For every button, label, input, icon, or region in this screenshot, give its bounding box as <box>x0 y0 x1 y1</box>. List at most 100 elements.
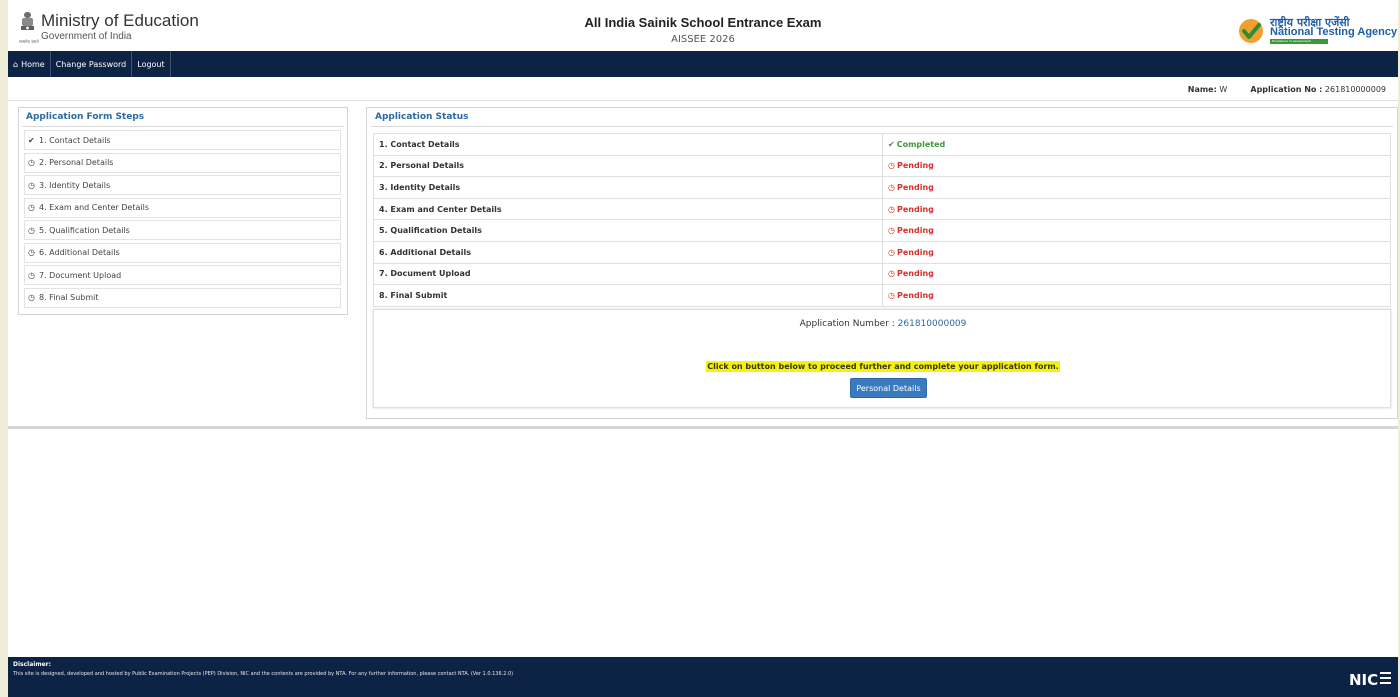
nav-home[interactable]: ⌂ Home <box>8 51 51 77</box>
step-item[interactable]: ◷ 8. Final Submit <box>24 287 341 308</box>
status-step-name: 6. Additional Details <box>373 240 883 264</box>
clock-icon: ◷ <box>888 247 895 257</box>
nav-change-password-label: Change Password <box>55 59 127 69</box>
step-item[interactable]: ◷ 3. Identity Details <box>24 175 341 195</box>
nav-change-password[interactable]: Change Password <box>51 51 133 77</box>
name-value: W <box>1219 85 1228 94</box>
footer: Disclaimer: This site is designed, devel… <box>8 657 1398 697</box>
agency-name: National Testing Agency <box>1270 26 1398 38</box>
status-text: Pending <box>896 161 934 171</box>
status-cell: ✔ Completed <box>882 133 1391 156</box>
application-no-label: Application No : <box>1250 85 1323 94</box>
status-row: 6. Additional Details ◷ Pending <box>373 240 1391 264</box>
application-number-label: Application Number : <box>799 319 895 329</box>
check-circle-icon: ✔ <box>888 139 895 149</box>
status-row: 8. Final Submit ◷ Pending <box>373 284 1391 307</box>
status-step-name: 3. Identity Details <box>373 176 883 199</box>
status-text: Pending <box>896 269 934 279</box>
status-step-name: 7. Document Upload <box>373 262 883 286</box>
status-row: 7. Document Upload ◷ Pending <box>373 262 1391 286</box>
step-status-icon: ◷ <box>28 225 35 235</box>
status-step-name: 8. Final Submit <box>373 284 883 307</box>
status-cell: ◷ Pending <box>882 197 1391 221</box>
header: सत्यमेव जयते Ministry of Education Gover… <box>8 0 1398 51</box>
content-bottom-rule <box>8 426 1398 429</box>
nav-logout-label: Logout <box>137 59 165 69</box>
top-navbar: ⌂ Home Change Password Logout <box>8 51 1398 77</box>
step-status-icon: ◷ <box>28 180 35 190</box>
proceed-box: Application Number : 261810000009 Click … <box>373 309 1391 408</box>
instruction-line: Click on button below to proceed further… <box>374 354 1392 373</box>
status-cell: ◷ Pending <box>882 262 1391 286</box>
disclaimer-text: This site is designed, developed and hos… <box>13 671 514 677</box>
status-text: Pending <box>896 204 934 214</box>
status-row: 1. Contact Details ✔ Completed <box>373 133 1391 156</box>
application-number-line: Application Number : 261810000009 <box>374 319 1392 329</box>
status-step-name: 1. Contact Details <box>373 133 883 156</box>
status-cell: ◷ Pending <box>882 240 1391 264</box>
step-item[interactable]: ◷ 2. Personal Details <box>24 152 341 173</box>
step-label: 7. Document Upload <box>39 270 122 280</box>
status-row: 4. Exam and Center Details ◷ Pending <box>373 197 1391 221</box>
status-step-name: 4. Exam and Center Details <box>373 197 883 221</box>
status-cell: ◷ Pending <box>882 284 1391 307</box>
status-text: Pending <box>896 290 934 300</box>
application-no-value: 261810000009 <box>1324 85 1386 94</box>
clock-icon: ◷ <box>888 290 895 300</box>
nta-logo-icon <box>1239 19 1263 43</box>
step-status-icon: ✔ <box>28 135 35 145</box>
step-label: 1. Contact Details <box>39 135 111 145</box>
status-step-name: 2. Personal Details <box>373 154 883 178</box>
clock-icon: ◷ <box>888 226 895 236</box>
step-status-icon: ◷ <box>28 248 35 257</box>
form-steps-panel: Application Form Steps ✔ 1. Contact Detai… <box>18 107 348 315</box>
nic-logo-icon: NIC <box>1349 671 1391 689</box>
step-label: 4. Exam and Center Details <box>39 203 149 212</box>
page: सत्यमेव जयते Ministry of Education Gover… <box>8 0 1398 697</box>
home-icon: ⌂ <box>13 59 19 69</box>
step-status-icon: ◷ <box>28 158 35 167</box>
step-item[interactable]: ◷ 6. Additional Details <box>24 242 341 263</box>
divider <box>8 100 1398 101</box>
application-status-title: Application Status <box>371 108 1393 127</box>
nav-home-label: Home <box>21 59 45 69</box>
user-info: Name: W Application No : 261810000009 <box>1188 85 1386 94</box>
clock-icon: ◷ <box>888 269 895 279</box>
status-row: 2. Personal Details ◷ Pending <box>373 154 1391 178</box>
step-status-icon: ◷ <box>28 270 35 280</box>
agency-tagline: Excellence in Assessment <box>1270 39 1328 44</box>
form-steps-title: Application Form Steps <box>22 108 344 127</box>
step-label: 6. Additional Details <box>39 248 120 257</box>
step-item[interactable]: ◷ 5. Qualification Details <box>24 220 341 240</box>
step-item[interactable]: ◷ 7. Document Upload <box>24 265 341 285</box>
status-table: 1. Contact Details ✔ Completed 2. Personal … <box>373 133 1391 307</box>
name-label: Name: <box>1187 85 1217 94</box>
status-text: Pending <box>896 182 934 192</box>
personal-details-button[interactable]: Personal Details <box>850 378 927 398</box>
exam-code: AISSEE 2026 <box>671 34 735 45</box>
form-steps-list: ✔ 1. Contact Details ◷ 2. Personal Details ◷… <box>19 127 347 308</box>
nav-logout[interactable]: Logout <box>132 51 171 77</box>
clock-icon: ◷ <box>888 204 895 214</box>
step-status-icon: ◷ <box>28 203 35 212</box>
status-cell: ◷ Pending <box>882 219 1391 242</box>
disclaimer-title: Disclaimer: <box>13 661 52 668</box>
status-step-name: 5. Qualification Details <box>373 219 883 242</box>
step-item[interactable]: ◷ 4. Exam and Center Details <box>24 197 341 218</box>
svg-text:NIC: NIC <box>1349 671 1378 689</box>
instruction-text: Click on button below to proceed further… <box>706 361 1060 372</box>
status-row: 5. Qualification Details ◷ Pending <box>373 219 1391 242</box>
application-status-panel: Application Status 1. Contact Details ✔ Co… <box>366 107 1398 419</box>
status-text: Completed <box>896 139 946 149</box>
step-label: 3. Identity Details <box>39 180 111 190</box>
step-label: 2. Personal Details <box>39 158 114 167</box>
clock-icon: ◷ <box>888 182 895 192</box>
exam-title: All India Sainik School Entrance Exam <box>584 15 822 30</box>
step-item[interactable]: ✔ 1. Contact Details <box>24 130 341 150</box>
step-label: 5. Qualification Details <box>39 225 130 235</box>
status-text: Pending <box>896 247 934 257</box>
status-cell: ◷ Pending <box>882 176 1391 199</box>
status-text: Pending <box>896 226 934 236</box>
application-number-value: 261810000009 <box>897 319 967 329</box>
status-cell: ◷ Pending <box>882 154 1391 178</box>
